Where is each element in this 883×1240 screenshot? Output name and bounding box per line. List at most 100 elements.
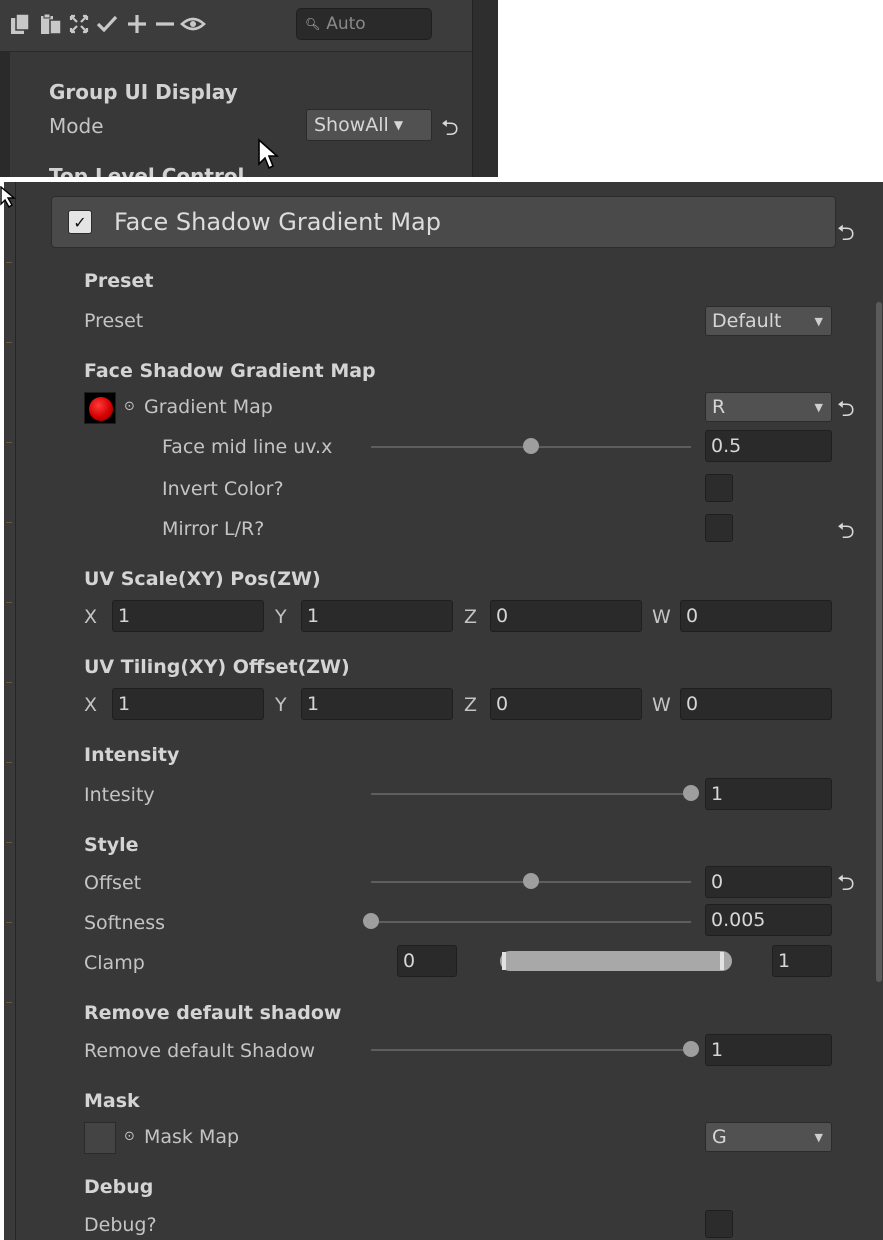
clamp-min-value: 0	[403, 950, 416, 972]
reset-icon[interactable]: ⮌	[837, 216, 855, 254]
intensity-slider-knob[interactable]	[683, 785, 699, 801]
object-picker-icon[interactable]: ⊙	[124, 399, 135, 414]
uv-scale-x-label: X	[84, 606, 98, 628]
intensity-slider-track[interactable]	[371, 793, 691, 795]
left-edge-strip	[4, 182, 16, 1240]
plus-icon[interactable]	[124, 10, 150, 38]
reset-icon[interactable]: ⮌	[837, 866, 855, 904]
uv-scale-y-value: 1	[307, 605, 320, 627]
gradient-texture-thumbnail[interactable]	[84, 392, 116, 424]
uv-tiling-z-field[interactable]: 0	[490, 688, 642, 720]
uv-scale-x-field[interactable]: 1	[112, 600, 264, 632]
scrollbar[interactable]	[472, 0, 498, 177]
expand-all-icon[interactable]	[66, 10, 92, 38]
offset-value: 0	[711, 871, 724, 893]
reset-icon[interactable]: ⮌	[441, 111, 459, 149]
uv-scale-section-title: UV Scale(XY) Pos(ZW)	[84, 568, 321, 590]
left-strip	[0, 52, 10, 177]
style-section-title: Style	[84, 834, 139, 856]
uv-tiling-x-field[interactable]: 1	[112, 688, 264, 720]
uv-scale-z-label: Z	[464, 606, 478, 628]
intensity-value: 1	[711, 783, 724, 805]
group-ui-title: Group UI Display	[49, 80, 238, 104]
uv-scale-z-field[interactable]: 0	[490, 600, 642, 632]
uv-tiling-w-label: W	[652, 694, 671, 716]
offset-slider-knob[interactable]	[523, 873, 539, 889]
section-title: Face Shadow Gradient Map	[114, 208, 441, 236]
uv-tiling-z-label: Z	[464, 694, 478, 716]
offset-value-field[interactable]: 0	[705, 866, 832, 898]
debug-section-title: Debug	[84, 1176, 154, 1198]
uv-scale-y-label: Y	[275, 606, 287, 628]
softness-slider-track[interactable]	[371, 921, 691, 923]
material-toolbar-snippet: 🔍︎ Auto Group UI Display Mode ShowAll ▼ …	[0, 0, 498, 177]
chevron-down-icon: ▼	[814, 315, 823, 328]
remove-shadow-slider-track[interactable]	[371, 1049, 691, 1051]
mask-section-title: Mask	[84, 1090, 140, 1112]
softness-label: Softness	[84, 912, 166, 934]
uv-tiling-w-value: 0	[686, 693, 699, 715]
mode-dropdown[interactable]: ShowAll ▼	[306, 109, 432, 141]
uv-tiling-y-field[interactable]: 1	[301, 688, 453, 720]
remove-shadow-slider-knob[interactable]	[683, 1041, 699, 1057]
paste-icon[interactable]	[38, 10, 64, 38]
uv-tiling-w-field[interactable]: 0	[680, 688, 832, 720]
search-placeholder: Auto	[326, 14, 366, 34]
midline-value: 0.5	[711, 435, 742, 457]
uv-scale-w-field[interactable]: 0	[680, 600, 832, 632]
mask-texture-thumbnail[interactable]	[84, 1122, 116, 1154]
intensity-value-field[interactable]: 1	[705, 778, 832, 810]
remove-shadow-value-field[interactable]: 1	[705, 1034, 832, 1066]
softness-value-field[interactable]: 0.005	[705, 904, 832, 936]
gradient-map-label: Gradient Map	[144, 396, 273, 418]
offset-label: Offset	[84, 872, 142, 894]
chevron-down-icon: ▼	[393, 118, 404, 132]
midline-value-field[interactable]: 0.5	[705, 430, 832, 462]
clamp-range-slider[interactable]	[500, 951, 732, 971]
section-header[interactable]: ✓ Face Shadow Gradient Map	[51, 196, 836, 248]
mouse-cursor-icon	[257, 138, 283, 176]
uv-tiling-y-label: Y	[275, 694, 287, 716]
minus-icon[interactable]	[152, 10, 178, 38]
clamp-min-field[interactable]: 0	[397, 945, 457, 977]
scrollbar-thumb[interactable]	[876, 302, 882, 982]
object-picker-icon[interactable]: ⊙	[124, 1129, 135, 1144]
clamp-max-field[interactable]: 1	[772, 945, 832, 977]
debug-label: Debug?	[84, 1214, 157, 1236]
mirror-checkbox[interactable]	[705, 514, 733, 542]
gradient-channel-dropdown[interactable]: R ▼	[705, 392, 832, 422]
reset-icon[interactable]: ⮌	[837, 392, 855, 430]
preset-label: Preset	[84, 310, 144, 332]
invert-color-checkbox[interactable]	[705, 474, 733, 502]
preset-section-title: Preset	[84, 270, 154, 292]
mask-channel-dropdown[interactable]: G ▼	[705, 1122, 832, 1152]
eye-icon[interactable]	[180, 10, 206, 38]
uv-scale-y-field[interactable]: 1	[301, 600, 453, 632]
mode-label: Mode	[49, 114, 104, 138]
material-property-panel: ✓ Face Shadow Gradient Map ⮌ Preset Pres…	[4, 182, 883, 1240]
uv-tiling-x-label: X	[84, 694, 98, 716]
remove-shadow-value: 1	[711, 1039, 724, 1061]
uv-scale-w-value: 0	[686, 605, 699, 627]
mouse-cursor-icon	[0, 185, 16, 212]
intensity-label: Intesity	[84, 784, 155, 806]
softness-slider-knob[interactable]	[363, 913, 379, 929]
debug-checkbox[interactable]	[705, 1210, 733, 1238]
uv-tiling-x-value: 1	[118, 693, 131, 715]
softness-value: 0.005	[711, 909, 766, 931]
reset-icon[interactable]: ⮌	[837, 514, 855, 552]
preset-dropdown[interactable]: Default ▼	[705, 306, 832, 336]
uv-tiling-y-value: 1	[307, 693, 320, 715]
clamp-max-value: 1	[778, 950, 791, 972]
uv-scale-z-value: 0	[496, 605, 509, 627]
search-field[interactable]: 🔍︎ Auto	[296, 8, 432, 40]
check-icon[interactable]	[94, 10, 120, 38]
gradient-section-title: Face Shadow Gradient Map	[84, 360, 376, 382]
midline-slider-knob[interactable]	[523, 438, 539, 454]
search-icon: 🔍︎	[305, 17, 321, 31]
copy-icon[interactable]	[8, 10, 34, 38]
invert-color-label: Invert Color?	[162, 478, 284, 500]
intensity-section-title: Intensity	[84, 744, 180, 766]
section-enable-checkbox[interactable]: ✓	[68, 210, 92, 234]
remove-shadow-section-title: Remove default shadow	[84, 1002, 342, 1024]
